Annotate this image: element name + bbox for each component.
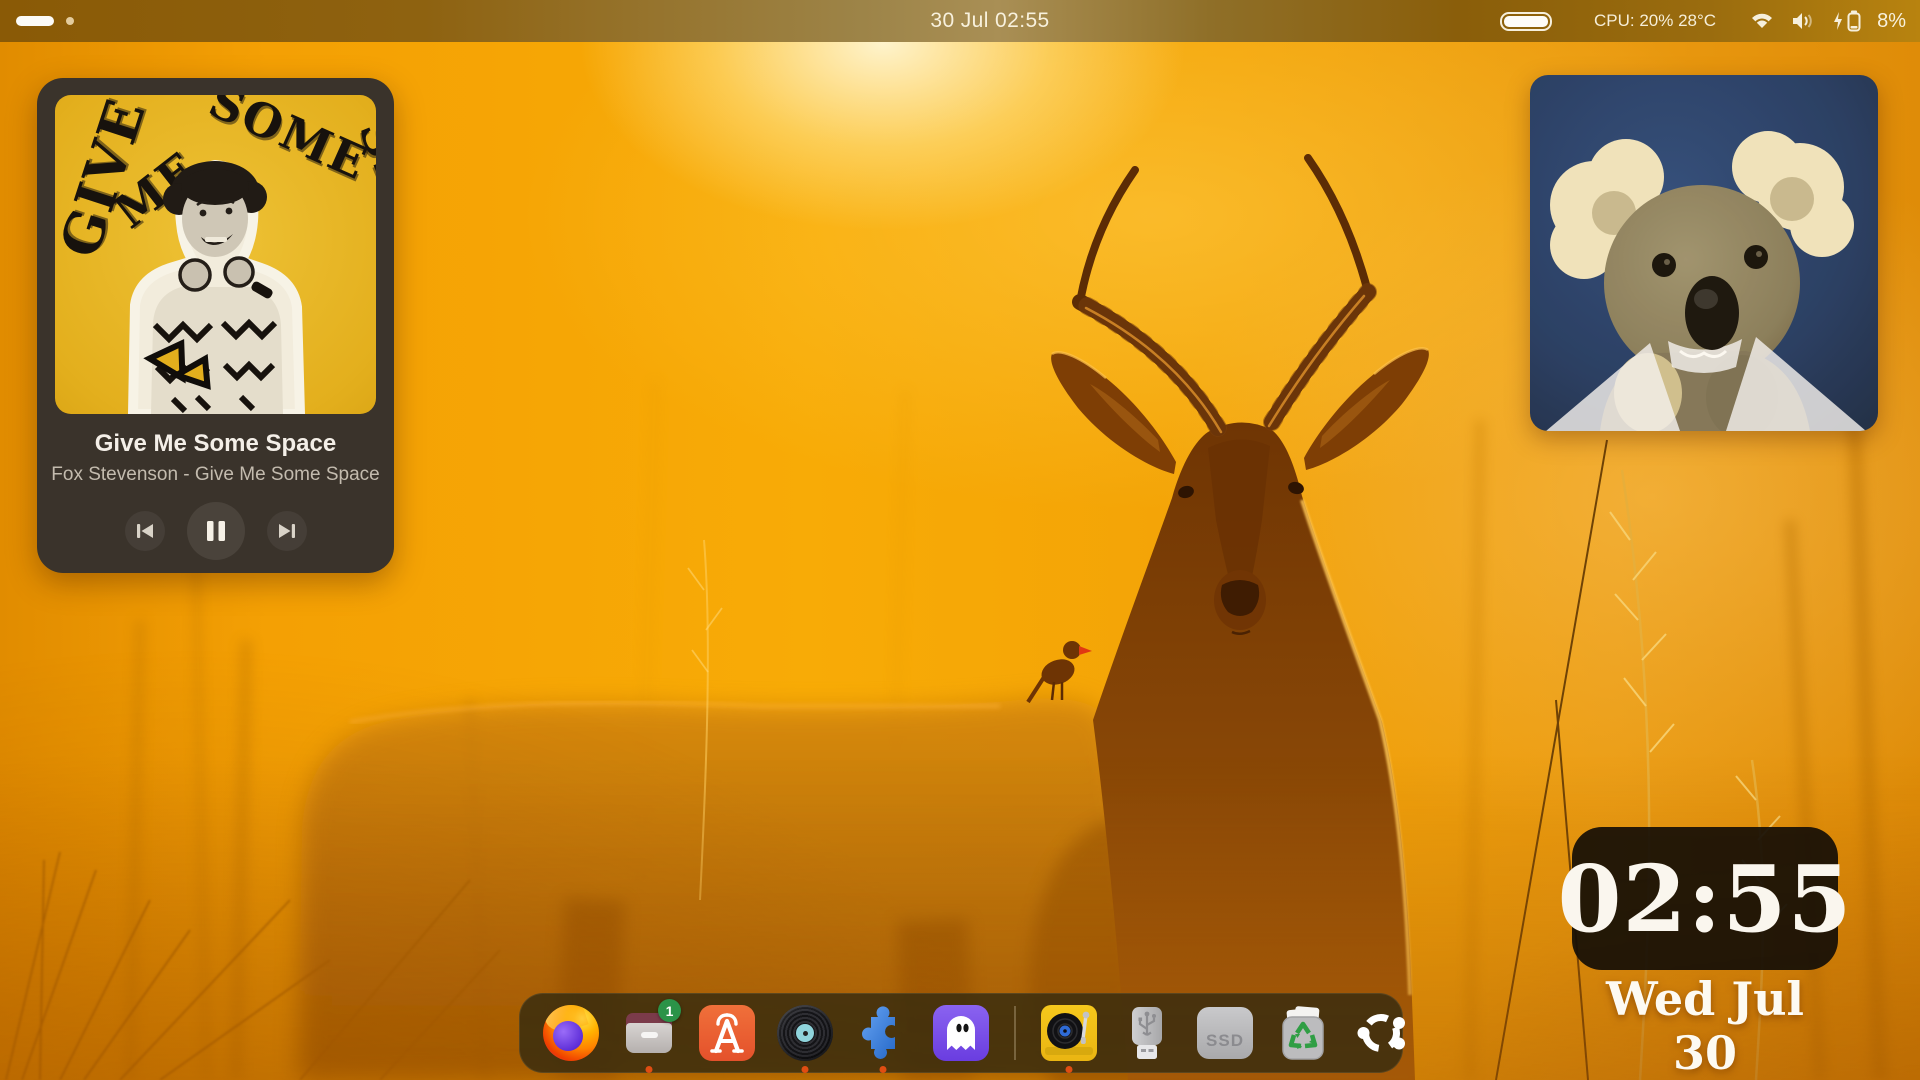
running-indicator	[1066, 1066, 1073, 1073]
cpu-temp-indicator: CPU: 20% 28°C	[1594, 11, 1716, 31]
notification-badge: 1	[658, 999, 681, 1022]
battery-percent: 8%	[1877, 10, 1906, 33]
album-art-figure	[55, 95, 376, 414]
media-controls	[125, 502, 307, 560]
dock-item-extensions[interactable]	[855, 1005, 911, 1061]
vinyl-disc-icon	[777, 1005, 833, 1061]
clock-date: Wed Jul 30	[1572, 972, 1838, 1080]
album-art: GIVE ME SOME SPACE	[55, 95, 376, 414]
desktop: 30 Jul 02:55 CPU: 20% 28°C	[0, 0, 1920, 1080]
next-button[interactable]	[267, 511, 307, 551]
dock-item-app-center[interactable]	[699, 1005, 755, 1061]
usb-drive-icon	[1119, 1005, 1175, 1061]
skip-previous-icon	[136, 523, 154, 539]
dock-item-music[interactable]	[777, 1005, 833, 1061]
dock: 1	[519, 993, 1403, 1073]
system-tray[interactable]: CPU: 20% 28°C	[1500, 0, 1906, 42]
battery-widget-icon[interactable]	[1500, 12, 1552, 31]
ubuntu-logo-icon	[1353, 1005, 1409, 1061]
dock-item-ghostty[interactable]	[933, 1005, 989, 1061]
dock-item-trash[interactable]	[1275, 1005, 1331, 1061]
ssd-drive-icon: SSD	[1197, 1007, 1253, 1059]
workspace-dot[interactable]	[66, 17, 74, 25]
track-artist: Fox Stevenson - Give Me Some Space	[51, 464, 379, 486]
wifi-icon	[1750, 11, 1774, 31]
dock-item-ubuntu[interactable]	[1353, 1005, 1409, 1061]
dock-item-usb-drive[interactable]	[1119, 1005, 1175, 1061]
dock-item-files[interactable]: 1	[621, 1005, 677, 1061]
workspace-active-pill[interactable]	[16, 16, 54, 26]
running-indicator	[646, 1066, 653, 1073]
volume-icon	[1790, 11, 1816, 31]
photo-widget	[1530, 75, 1878, 431]
pause-button[interactable]	[187, 502, 245, 560]
koala-photo	[1530, 75, 1878, 431]
dock-item-ssd[interactable]: SSD	[1197, 1005, 1253, 1061]
workspace-indicator[interactable]	[16, 0, 74, 42]
charging-battery-icon	[1832, 10, 1861, 32]
previous-button[interactable]	[125, 511, 165, 551]
ghost-icon	[933, 1005, 989, 1061]
puzzle-piece-icon	[855, 1005, 911, 1061]
dock-separator	[1014, 1006, 1016, 1060]
clock-time: 02:55	[1558, 845, 1853, 953]
skip-next-icon	[278, 523, 296, 539]
topbar-datetime[interactable]: 30 Jul 02:55	[930, 0, 1049, 42]
dock-item-firefox[interactable]	[543, 1005, 599, 1061]
app-center-icon	[699, 1005, 755, 1061]
dock-item-record-player[interactable]	[1041, 1005, 1097, 1061]
trash-icon	[1275, 1005, 1331, 1061]
ssd-label: SSD	[1206, 1031, 1244, 1051]
record-player-icon	[1041, 1005, 1097, 1061]
firefox-icon	[543, 1005, 599, 1061]
clock-widget: 02:55	[1572, 827, 1838, 970]
track-title: Give Me Some Space	[95, 430, 336, 458]
running-indicator	[802, 1066, 809, 1073]
top-bar: 30 Jul 02:55 CPU: 20% 28°C	[0, 0, 1920, 42]
pause-icon	[205, 519, 227, 543]
running-indicator	[880, 1066, 887, 1073]
media-player-widget: GIVE ME SOME SPACE	[37, 78, 394, 573]
